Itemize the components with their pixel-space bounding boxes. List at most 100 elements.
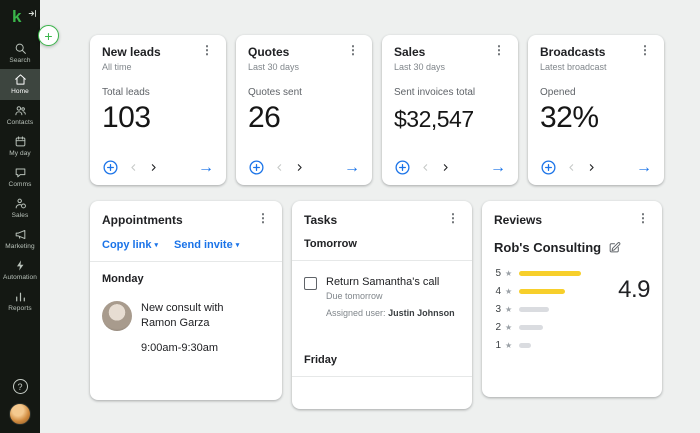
task-due-date: Due tomorrow xyxy=(326,291,455,301)
copy-link-button[interactable]: Copy link ▾ xyxy=(102,239,158,251)
card-subtitle: All time xyxy=(102,62,214,72)
metric-label: Sent invoices total xyxy=(394,87,506,98)
appointment-time: 9:00am-9:30am xyxy=(141,341,253,356)
task-title[interactable]: Return Samantha's call xyxy=(326,276,455,288)
sidebar-item-home[interactable]: Home xyxy=(0,69,40,100)
task-checkbox[interactable] xyxy=(304,277,317,290)
sidebar-item-reports[interactable]: Reports xyxy=(0,286,40,317)
card-subtitle: Last 30 days xyxy=(394,62,506,72)
chevron-left-icon[interactable] xyxy=(566,162,577,173)
add-icon[interactable] xyxy=(540,159,557,176)
sidebar-item-label: My day xyxy=(9,150,31,157)
edit-icon[interactable] xyxy=(608,241,621,254)
kebab-menu-icon[interactable]: ⋮ xyxy=(636,213,650,224)
sidebar-item-contacts[interactable]: Contacts xyxy=(0,100,40,131)
rating-bar xyxy=(519,307,549,312)
stat-card-row: New leads ⋮ All time Total leads 103 → xyxy=(90,35,700,185)
lightning-bolt-icon xyxy=(14,259,27,272)
sidebar-item-comms[interactable]: Comms xyxy=(0,162,40,193)
quick-add-button[interactable]: + xyxy=(38,25,59,46)
add-icon[interactable] xyxy=(394,159,411,176)
star-icon: ★ xyxy=(505,269,512,278)
go-to-report-arrow-icon[interactable]: → xyxy=(636,160,652,176)
home-icon xyxy=(14,73,27,86)
appointment-item[interactable]: New consult with Ramon Garza 9:00am-9:30… xyxy=(102,301,270,356)
kebab-menu-icon[interactable]: ⋮ xyxy=(256,213,270,224)
megaphone-icon xyxy=(14,228,27,241)
card-title: Reviews xyxy=(494,213,542,227)
sidebar-item-my-day[interactable]: My day xyxy=(0,131,40,162)
go-to-report-arrow-icon[interactable]: → xyxy=(198,160,214,176)
dashboard: New leads ⋮ All time Total leads 103 → xyxy=(40,0,700,433)
metric-label: Total leads xyxy=(102,87,214,98)
card-title: Broadcasts xyxy=(540,45,605,59)
card-subtitle: Last 30 days xyxy=(248,62,360,72)
rating-distribution: 5 ★ 4 ★ 3 ★ 2 xyxy=(494,268,581,351)
kebab-menu-icon[interactable]: ⋮ xyxy=(638,45,652,56)
chevron-left-icon[interactable] xyxy=(128,162,139,173)
go-to-report-arrow-icon[interactable]: → xyxy=(490,160,506,176)
send-invite-button[interactable]: Send invite ▾ xyxy=(174,239,239,251)
chevron-right-icon[interactable] xyxy=(148,162,159,173)
star-count: 2 xyxy=(494,322,501,333)
appointment-title: New consult with Ramon Garza xyxy=(141,301,253,331)
add-icon[interactable] xyxy=(248,159,265,176)
stat-card-sales: Sales ⋮ Last 30 days Sent invoices total… xyxy=(382,35,518,185)
metric-value: $32,547 xyxy=(394,106,506,133)
star-count: 5 xyxy=(494,268,501,279)
rating-bar xyxy=(519,343,531,348)
sidebar-item-label: Marketing xyxy=(5,243,34,250)
chevron-right-icon[interactable] xyxy=(294,162,305,173)
review-score: 4.9 xyxy=(618,276,650,351)
divider xyxy=(90,261,282,262)
rating-bar xyxy=(519,271,581,276)
help-icon[interactable]: ? xyxy=(13,379,28,394)
chevron-left-icon[interactable] xyxy=(274,162,285,173)
card-title: New leads xyxy=(102,45,161,59)
star-count: 4 xyxy=(494,286,501,297)
rating-row: 1 ★ xyxy=(494,340,581,351)
star-icon: ★ xyxy=(505,305,512,314)
kebab-menu-icon[interactable]: ⋮ xyxy=(492,45,506,56)
sidebar-item-label: Comms xyxy=(9,181,32,188)
add-icon[interactable] xyxy=(102,159,119,176)
keap-logo: k xyxy=(12,8,21,25)
go-to-report-arrow-icon[interactable]: → xyxy=(344,160,360,176)
chevron-right-icon[interactable] xyxy=(440,162,451,173)
appointments-day-header: Monday xyxy=(102,273,270,285)
sidebar: k Search Home Contacts My xyxy=(0,0,40,433)
search-icon xyxy=(14,42,27,55)
sidebar-item-search[interactable]: Search xyxy=(0,38,40,69)
star-icon: ★ xyxy=(505,287,512,296)
sidebar-item-automation[interactable]: Automation xyxy=(0,255,40,286)
star-icon: ★ xyxy=(505,323,512,332)
appointments-card: Appointments ⋮ Copy link ▾ Send invite ▾… xyxy=(90,201,282,400)
metric-label: Opened xyxy=(540,87,652,98)
sidebar-item-label: Contacts xyxy=(7,119,33,126)
card-title: Tasks xyxy=(304,213,337,227)
star-count: 3 xyxy=(494,304,501,315)
star-count: 1 xyxy=(494,340,501,351)
business-name: Rob's Consulting xyxy=(494,240,601,255)
sidebar-item-marketing[interactable]: Marketing xyxy=(0,224,40,255)
sidebar-item-sales[interactable]: Sales xyxy=(0,193,40,224)
star-icon: ★ xyxy=(505,341,512,350)
user-avatar[interactable] xyxy=(9,403,31,425)
kebab-menu-icon[interactable]: ⋮ xyxy=(446,213,460,224)
sales-person-icon xyxy=(14,197,27,210)
metric-label: Quotes sent xyxy=(248,87,360,98)
chevron-right-icon[interactable] xyxy=(586,162,597,173)
chevron-left-icon[interactable] xyxy=(420,162,431,173)
kebab-menu-icon[interactable]: ⋮ xyxy=(200,45,214,56)
chevron-down-icon: ▾ xyxy=(236,241,240,249)
tasks-day-header: Tomorrow xyxy=(304,238,460,250)
sidebar-logo-row: k xyxy=(0,0,40,30)
bar-chart-icon xyxy=(14,290,27,303)
chat-bubble-icon xyxy=(14,166,27,179)
kebab-menu-icon[interactable]: ⋮ xyxy=(346,45,360,56)
rating-row: 4 ★ xyxy=(494,286,581,297)
sidebar-collapse-icon[interactable] xyxy=(28,5,37,23)
task-item: Return Samantha's call Due tomorrow Assi… xyxy=(304,276,460,318)
chevron-down-icon: ▾ xyxy=(155,241,159,249)
contacts-icon xyxy=(14,104,27,117)
